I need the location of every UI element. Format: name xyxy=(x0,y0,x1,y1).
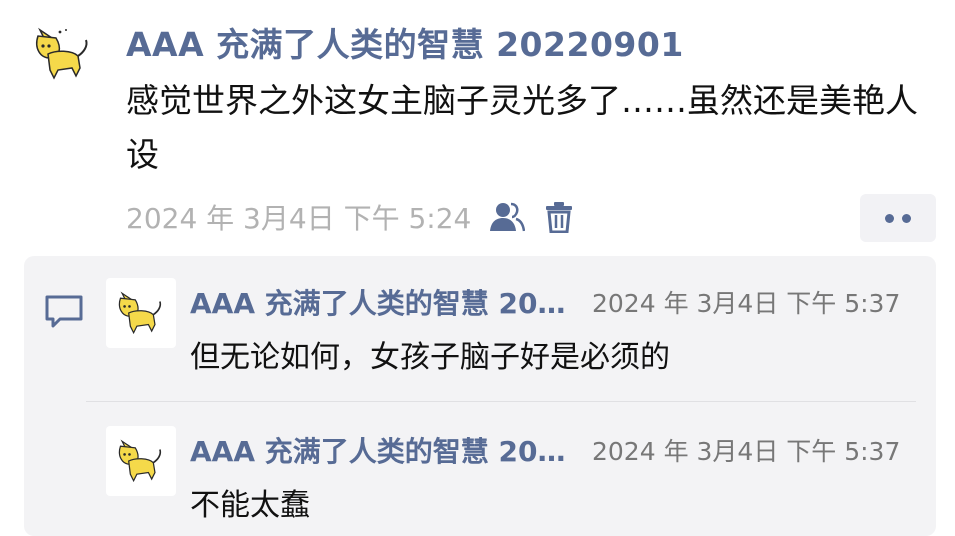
post-author-name[interactable]: AAA 充满了人类的智慧 20220901 xyxy=(126,18,684,66)
comment-text: 不能太蠢 xyxy=(190,488,310,523)
comments-panel: AAA 充满了人类的智慧 20220901 2024 年 3月4日 下午 5:3… xyxy=(24,256,936,536)
comment-author-name[interactable]: AAA 充满了人类的智慧 20220901 xyxy=(190,430,580,470)
trash-icon[interactable] xyxy=(543,200,575,234)
moment-post: AAA 充满了人类的智慧 20220901 感觉世界之外这女主脑子灵光多了……虽… xyxy=(0,0,955,536)
comment-author-name[interactable]: AAA 充满了人类的智慧 20220901 xyxy=(190,282,580,322)
yellow-cat-icon[interactable] xyxy=(106,278,176,348)
people-icon[interactable] xyxy=(489,200,526,234)
post-text: 感觉世界之外这女主脑子灵光多了……虽然还是美艳人设 xyxy=(126,81,918,174)
more-dot xyxy=(885,213,894,223)
post-timestamp: 2024 年 3月4日 下午 5:24 xyxy=(126,202,472,235)
comment-time: 2024 年 3月4日 下午 5:37 xyxy=(592,437,901,466)
comment-time: 2024 年 3月4日 下午 5:37 xyxy=(592,289,901,318)
comment-bubble-icon xyxy=(44,294,84,330)
post-meta: 2024 年 3月4日 下午 5:24 xyxy=(126,194,575,240)
comment-text: 但无论如何，女孩子脑子好是必须的 xyxy=(190,340,670,375)
yellow-cat-icon[interactable] xyxy=(106,426,176,496)
yellow-cat-icon[interactable] xyxy=(32,26,94,82)
more-dot xyxy=(902,213,911,223)
comment-divider xyxy=(86,401,916,402)
more-dots-icon[interactable] xyxy=(860,194,936,242)
